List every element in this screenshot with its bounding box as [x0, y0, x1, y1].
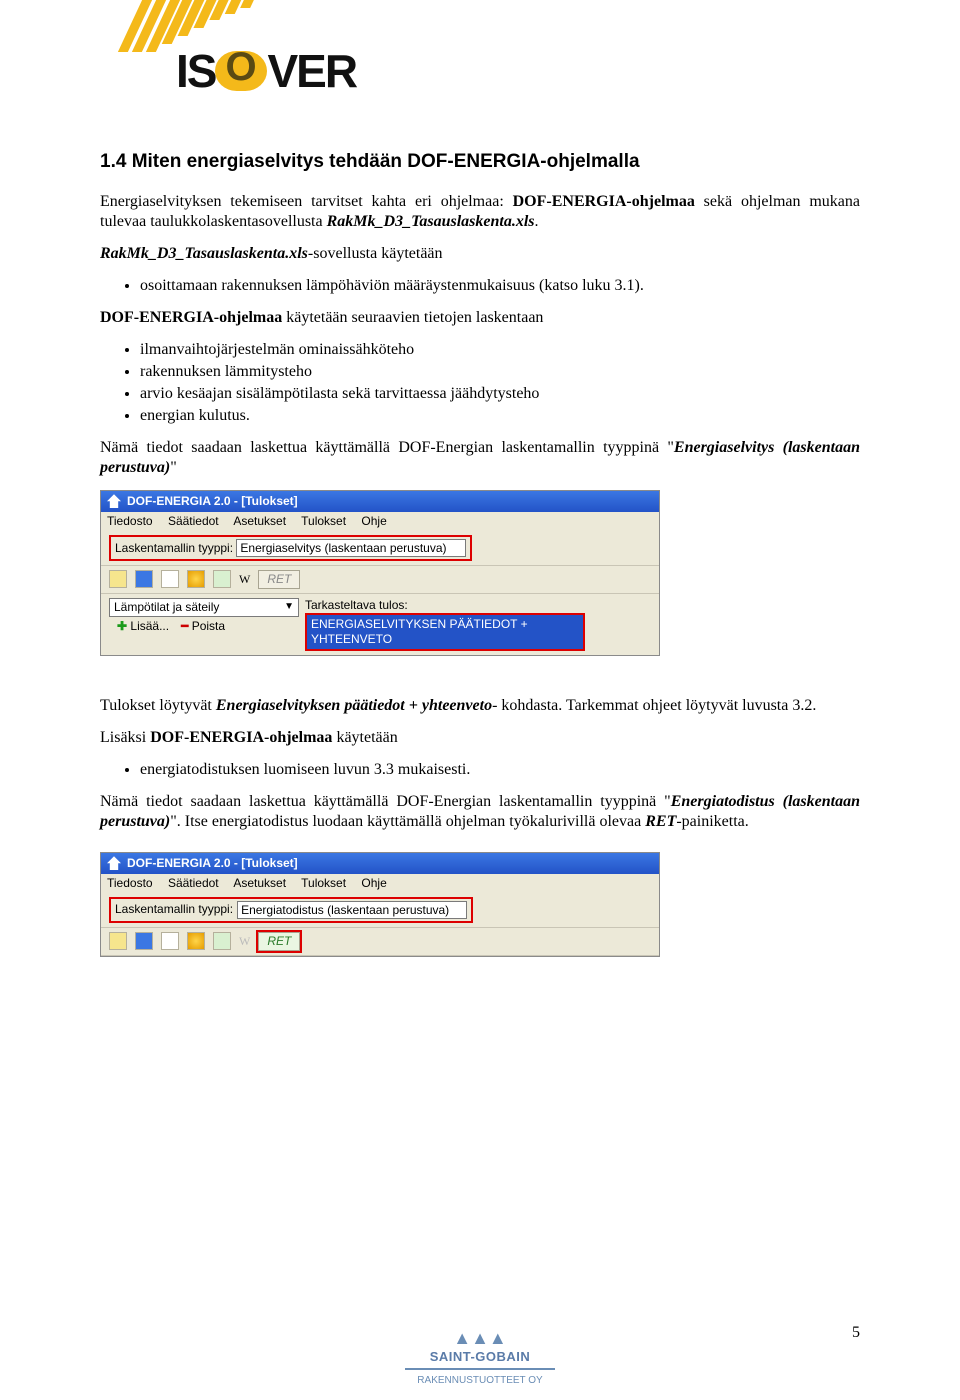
model-type-label: Laskentamallin tyyppi:	[115, 902, 233, 917]
para-type2: Nämä tiedot saadaan laskettua käyttämäll…	[100, 792, 860, 832]
save-icon[interactable]	[135, 932, 153, 950]
chevron-down-icon: ▼	[284, 601, 294, 614]
window-title: DOF-ENERGIA 2.0 - [Tulokset]	[127, 856, 298, 871]
sun-icon[interactable]	[187, 570, 205, 588]
menu-item[interactable]: Ohje	[361, 514, 386, 528]
app-window-2: DOF-ENERGIA 2.0 - [Tulokset] Tiedosto Sä…	[100, 852, 660, 957]
house-icon	[107, 856, 121, 870]
list-item: ilmanvaihtojärjestelmän ominaissähköteho	[140, 340, 860, 360]
list-dof: ilmanvaihtojärjestelmän ominaissähköteho…	[140, 340, 860, 426]
model-type-row: Laskentamallin tyyppi:	[109, 535, 472, 561]
toolbar: W RET	[101, 565, 659, 594]
tool-w[interactable]: W	[239, 934, 250, 949]
menubar: Tiedosto Säätiedot Asetukset Tulokset Oh…	[101, 874, 659, 893]
variable-select[interactable]: Lämpötilat ja säteily▼	[109, 598, 299, 617]
house-icon	[107, 494, 121, 508]
footer-logo: ▲▲▲ SAINT-GOBAIN RAKENNUSTUOTTEET OY	[0, 1328, 960, 1386]
house2-icon[interactable]	[213, 932, 231, 950]
menu-item[interactable]: Säätiedot	[168, 876, 219, 890]
menu-item[interactable]: Säätiedot	[168, 514, 219, 528]
isover-logo: ISVER	[176, 44, 356, 98]
titlebar: DOF-ENERGIA 2.0 - [Tulokset]	[101, 491, 659, 512]
ret-button[interactable]: RET	[258, 570, 300, 589]
open-icon[interactable]	[109, 570, 127, 588]
ret-button[interactable]: RET	[258, 932, 300, 951]
menu-item[interactable]: Tiedosto	[107, 876, 153, 890]
logo-o-icon	[215, 51, 267, 91]
result-label: Tarkasteltava tulos:	[305, 598, 585, 613]
para-dof: DOF-ENERGIA-ohjelmaa käytetään seuraavie…	[100, 308, 860, 328]
tool-w[interactable]: W	[239, 572, 250, 587]
list-item: osoittamaan rakennuksen lämpöhäviön määr…	[140, 276, 860, 296]
menu-item[interactable]: Tulokset	[301, 876, 346, 890]
list-todistus: energiatodistuksen luomiseen luvun 3.3 m…	[140, 760, 860, 780]
model-type-input[interactable]	[236, 539, 466, 557]
para-results: Tulokset löytyvät Energiaselvityksen pää…	[100, 696, 860, 716]
model-type-label: Laskentamallin tyyppi:	[115, 541, 233, 555]
result-select[interactable]: ENERGIASELVITYKSEN PÄÄTIEDOT + YHTEENVET…	[305, 613, 585, 651]
blank-icon[interactable]	[161, 932, 179, 950]
model-type-input[interactable]	[237, 901, 467, 919]
list-item: rakennuksen lämmitysteho	[140, 362, 860, 382]
house2-icon[interactable]	[213, 570, 231, 588]
menu-item[interactable]: Asetukset	[233, 514, 286, 528]
list-item: arvio kesäajan sisälämpötilasta sekä tar…	[140, 384, 860, 404]
remove-button[interactable]: ━ Poista	[181, 619, 225, 634]
save-icon[interactable]	[135, 570, 153, 588]
list-item: energiatodistuksen luomiseen luvun 3.3 m…	[140, 760, 860, 780]
menu-item[interactable]: Asetukset	[233, 876, 286, 890]
menu-item[interactable]: Tiedosto	[107, 514, 153, 528]
app-window-1: DOF-ENERGIA 2.0 - [Tulokset] Tiedosto Sä…	[100, 490, 660, 656]
section-heading: 1.4 Miten energiaselvitys tehdään DOF-EN…	[100, 150, 860, 174]
toolbar: W RET	[101, 927, 659, 956]
para-lisaksi: Lisäksi DOF-ENERGIA-ohjelmaa käytetään	[100, 728, 860, 748]
titlebar: DOF-ENERGIA 2.0 - [Tulokset]	[101, 853, 659, 874]
menubar: Tiedosto Säätiedot Asetukset Tulokset Oh…	[101, 512, 659, 531]
para-intro: Energiaselvityksen tekemiseen tarvitset …	[100, 192, 860, 232]
menu-item[interactable]: Tulokset	[301, 514, 346, 528]
blank-icon[interactable]	[161, 570, 179, 588]
add-button[interactable]: ✚ Lisää...	[117, 619, 169, 634]
sun-icon[interactable]	[187, 932, 205, 950]
window-title: DOF-ENERGIA 2.0 - [Tulokset]	[127, 494, 298, 509]
list-xls: osoittamaan rakennuksen lämpöhäviön määr…	[140, 276, 860, 296]
para-xls: RakMk_D3_Tasauslaskenta.xls-sovellusta k…	[100, 244, 860, 264]
open-icon[interactable]	[109, 932, 127, 950]
para-type1: Nämä tiedot saadaan laskettua käyttämäll…	[100, 438, 860, 478]
list-item: energian kulutus.	[140, 406, 860, 426]
menu-item[interactable]: Ohje	[361, 876, 386, 890]
model-type-row: Laskentamallin tyyppi:	[109, 897, 473, 923]
